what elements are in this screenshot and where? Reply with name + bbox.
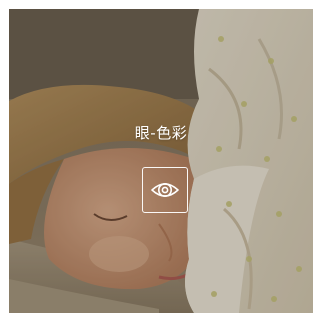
eye-icon-button[interactable]	[142, 167, 188, 213]
card-title: 眼-色彩	[134, 124, 188, 142]
category-card[interactable]: 眼-色彩	[9, 9, 313, 313]
image-dim-overlay	[9, 9, 313, 313]
eye-icon	[151, 183, 179, 197]
